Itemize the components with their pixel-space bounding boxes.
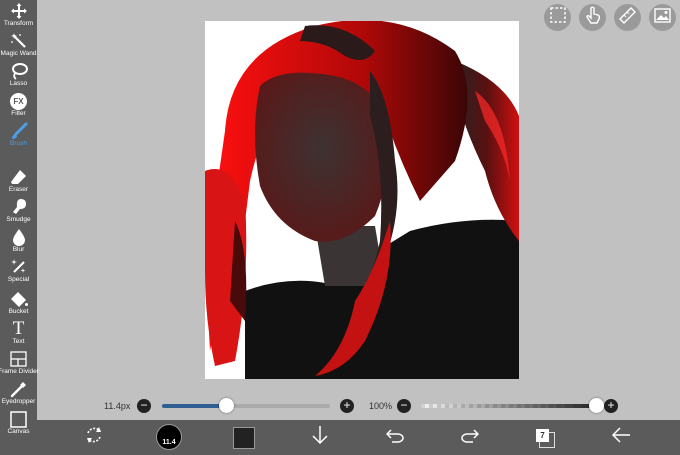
tool-filter[interactable]: FX Filter	[0, 92, 37, 122]
tool-label: Smudge	[6, 216, 31, 223]
back-button[interactable]	[606, 424, 636, 451]
tool-brush[interactable]: Brush	[0, 122, 37, 152]
smudge-icon	[9, 198, 29, 216]
brush-size-increase-button[interactable]: +	[340, 399, 354, 413]
redo-icon	[461, 427, 480, 448]
arrow-down-icon	[312, 425, 328, 450]
selection-button[interactable]	[544, 4, 571, 31]
opacity-value: 100%	[369, 401, 393, 411]
redo-button[interactable]	[455, 424, 485, 451]
artwork-illustration	[205, 21, 519, 379]
brush-size-slider[interactable]	[162, 404, 330, 408]
fx-icon: FX	[9, 92, 29, 110]
eraser-icon	[9, 168, 29, 186]
tool-label: Lasso	[9, 80, 28, 87]
tool-special[interactable]: Special	[0, 258, 37, 288]
tool-eraser[interactable]: Eraser	[0, 168, 37, 198]
bucket-icon	[9, 290, 29, 308]
sparkle-icon	[9, 258, 29, 276]
save-download-button[interactable]	[305, 424, 335, 451]
tool-label: Text	[12, 338, 25, 345]
tool-label: Filter	[11, 110, 26, 117]
text-icon: T	[12, 318, 25, 339]
drawing-canvas[interactable]	[205, 21, 519, 379]
bottom-toolbar: 11.4 7	[37, 420, 680, 455]
tool-label: Brush	[10, 140, 27, 147]
arrow-left-icon	[611, 427, 631, 448]
color-button[interactable]	[229, 424, 259, 451]
drop-icon	[9, 228, 29, 246]
ruler-icon	[619, 6, 636, 29]
tool-sidebar: Transform Magic Wand Lasso FX Filter Bru…	[0, 0, 39, 455]
tool-bucket[interactable]: Bucket	[0, 290, 37, 320]
undo-button[interactable]	[380, 424, 410, 451]
rotate-button[interactable]	[79, 424, 109, 451]
opacity-decrease-button[interactable]: −	[397, 399, 411, 413]
lasso-icon	[9, 62, 29, 80]
tool-label: Frame Divider	[0, 368, 39, 375]
tool-text[interactable]: T Text	[0, 318, 37, 350]
touch-button[interactable]	[579, 4, 606, 31]
tool-label: Bucket	[8, 308, 29, 315]
magic-wand-icon	[9, 32, 29, 50]
tool-label: Special	[7, 276, 30, 283]
dashed-selection-icon	[549, 7, 566, 28]
layers-button[interactable]: 7	[530, 424, 560, 451]
brush-preview-button[interactable]: 11.4	[154, 423, 184, 450]
opacity-slider[interactable]	[421, 404, 597, 408]
tool-label: Canvas	[7, 428, 30, 435]
brush-size-fill	[162, 404, 226, 408]
layer-count: 7	[536, 428, 549, 442]
brush-size-decrease-button[interactable]: −	[137, 399, 151, 413]
frame-divider-icon	[9, 350, 29, 368]
tool-transform[interactable]: Transform	[0, 2, 37, 32]
rotate-arrows-icon	[84, 425, 104, 450]
tool-smudge[interactable]: Smudge	[0, 198, 37, 228]
tool-label: Transform	[3, 20, 34, 27]
tool-label: Blur	[12, 246, 25, 253]
brush-sliders: 11.4px − + 100% − +	[0, 394, 680, 418]
brush-size-thumb[interactable]	[218, 398, 234, 413]
material-button[interactable]	[649, 4, 676, 31]
brush-preview: 11.4	[156, 423, 182, 450]
hand-pointer-icon	[585, 6, 601, 29]
image-icon	[654, 7, 671, 28]
opacity-thumb[interactable]	[589, 398, 604, 413]
color-swatch	[233, 426, 255, 449]
tool-blur[interactable]: Blur	[0, 228, 37, 258]
tool-label: Eraser	[8, 186, 29, 193]
undo-icon	[385, 427, 404, 448]
ruler-button[interactable]	[614, 4, 641, 31]
tool-label: Magic Wand	[0, 50, 37, 57]
layers-icon: 7	[536, 428, 555, 448]
brush-icon	[9, 122, 29, 140]
brush-size-value: 11.4px	[104, 401, 131, 411]
tool-lasso[interactable]: Lasso	[0, 62, 37, 92]
tool-frame-divider[interactable]: Frame Divider	[0, 350, 39, 380]
opacity-increase-button[interactable]: +	[604, 399, 618, 413]
move-icon	[9, 2, 29, 20]
tool-magic-wand[interactable]: Magic Wand	[0, 32, 37, 62]
